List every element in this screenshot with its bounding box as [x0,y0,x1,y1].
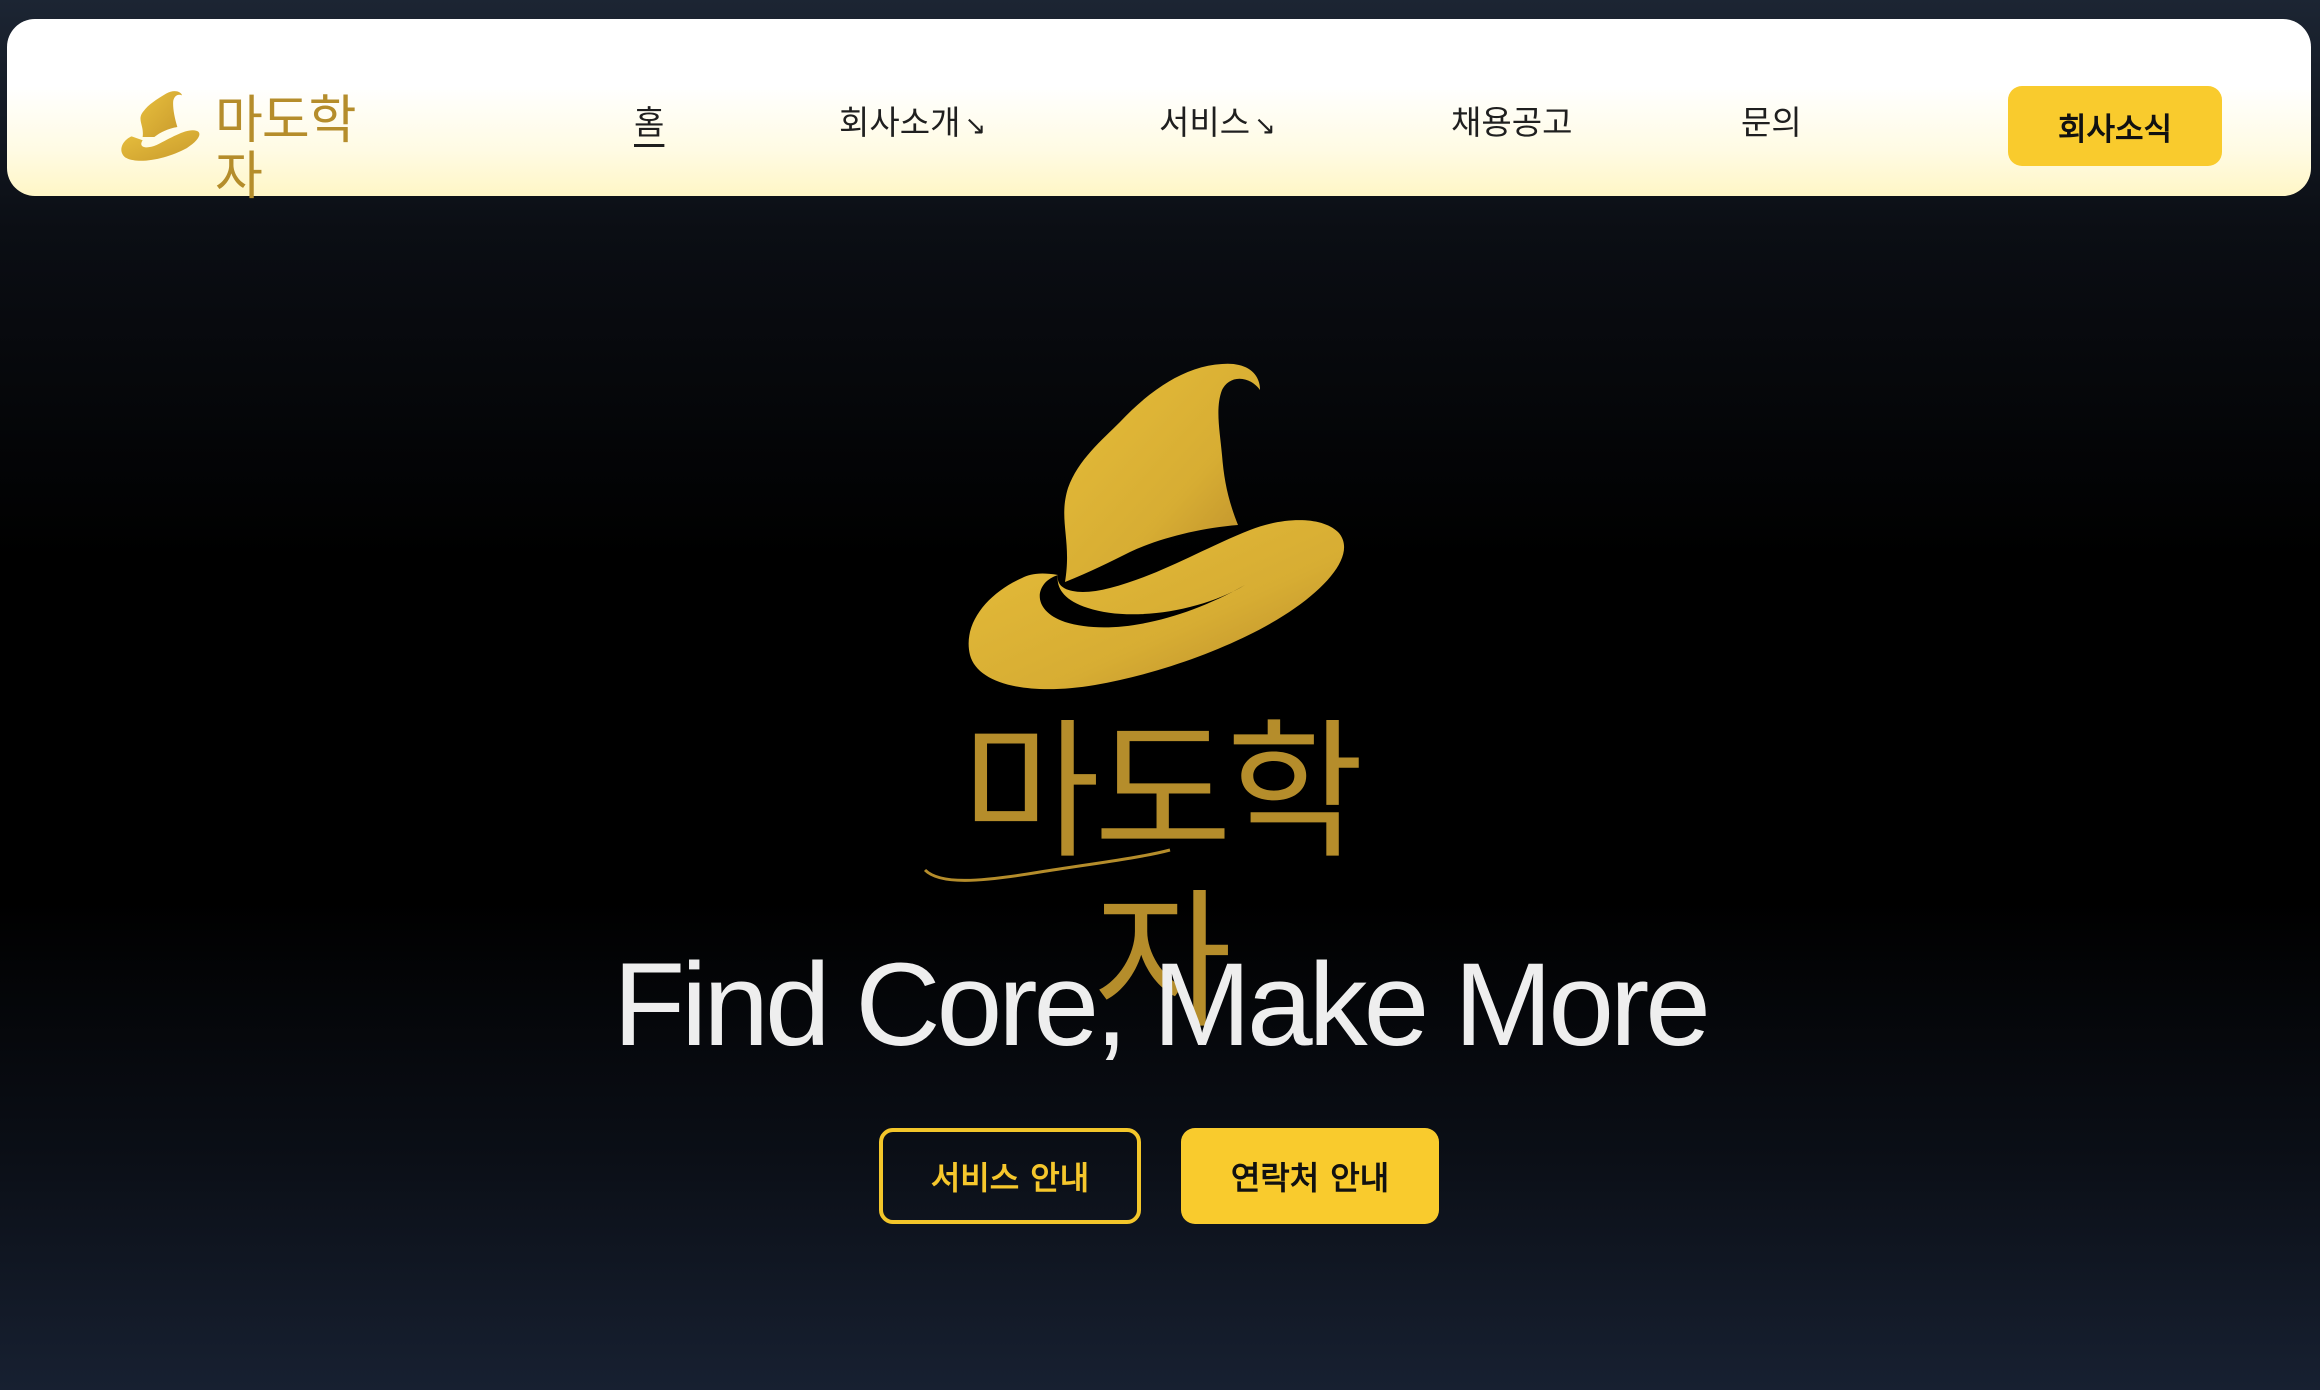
nav-services-dropdown[interactable]: 서비스 ↘ [1159,103,1276,146]
wizard-hat-logo-icon [968,363,1345,690]
nav-home-label: 홈 [634,103,665,142]
nav-services-label: 서비스 [1159,103,1251,142]
wordmark-swash [923,848,1171,882]
brand-name: 마도학자 [215,91,357,207]
top-navigation-bar: 마도학자 홈 회사소개 ↘ 서비스 ↘ 채용공고 문의 회사소식 [7,19,2311,205]
nav-careers[interactable]: 채용공고 [1451,103,1572,143]
contact-info-button[interactable]: 연락처 안내 [1181,1128,1439,1224]
wizard-hat-icon [121,91,200,161]
arrow-down-right-icon: ↘ [1254,111,1276,141]
brand-logo-link[interactable]: 마도학자 [119,63,359,205]
company-news-button[interactable]: 회사소식 [2008,86,2222,166]
hero-tagline: Find Core, Make More [613,939,1711,1071]
arrow-down-right-icon: ↘ [964,111,987,141]
service-info-button[interactable]: 서비스 안내 [879,1128,1141,1224]
nav-about-dropdown[interactable]: 회사소개 ↘ [839,103,986,146]
nav-about-label: 회사소개 [839,103,961,142]
nav-inquiry[interactable]: 문의 [1741,103,1802,143]
nav-careers-label: 채용공고 [1451,103,1573,142]
nav-inquiry-label: 문의 [1741,103,1802,142]
nav-home[interactable]: 홈 [634,103,664,143]
